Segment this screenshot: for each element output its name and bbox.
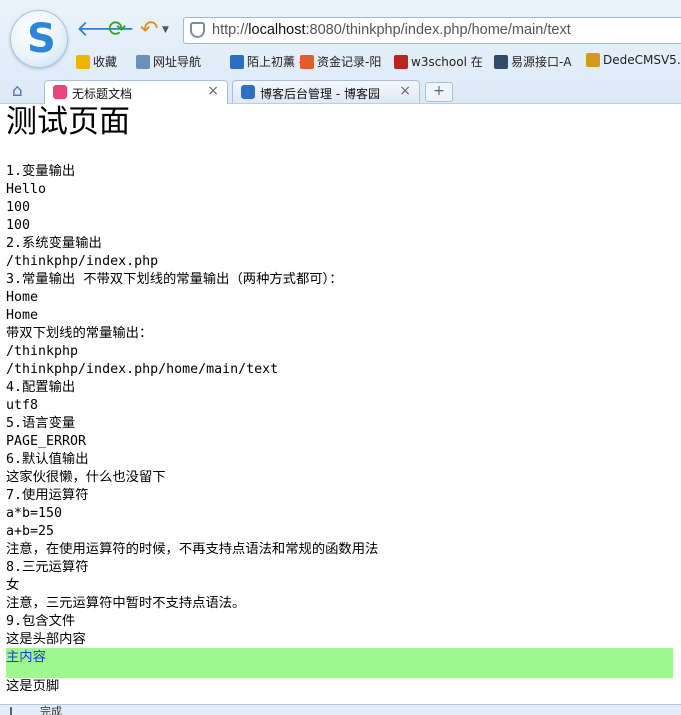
- refresh-icon[interactable]: ⟳: [108, 18, 126, 42]
- output-line: /thinkphp/index.php/home/main/text: [6, 362, 279, 377]
- chevron-down-icon[interactable]: ▼: [162, 25, 169, 35]
- output-line: 6.默认值输出: [6, 452, 89, 467]
- dede-icon: [586, 53, 600, 67]
- output-line: 4.配置输出: [6, 380, 76, 395]
- home-icon[interactable]: ⌂: [12, 81, 23, 101]
- undo-icon[interactable]: ↶: [140, 18, 158, 42]
- bookmark-label: 资金记录-阳: [317, 55, 382, 69]
- bookmark-item[interactable]: 收藏: [76, 53, 117, 70]
- cnblogs-favicon-icon: [241, 85, 255, 99]
- bookmark-item[interactable]: w3school 在: [394, 53, 483, 70]
- page-favicon-icon: [53, 85, 67, 99]
- output-line: 3.常量输出 不带双下划线的常量输出（两种方式都可）：: [6, 272, 343, 287]
- output-line: /thinkphp: [6, 344, 79, 359]
- output-line: 5.语言变量: [6, 416, 76, 431]
- footer-text: 这是页脚: [6, 679, 60, 694]
- bookmark-label: 网址导航: [153, 55, 202, 69]
- blog-icon: [230, 54, 244, 69]
- new-tab-button[interactable]: +: [425, 82, 453, 102]
- tab-bar: ⌂ 无标题文档 × 博客后台管理 - 博客园 × +: [0, 78, 681, 104]
- output-line: 100: [6, 218, 31, 233]
- output-line: 100: [6, 200, 31, 215]
- url-path: :8080/thinkphp/index.php/home/main/text: [305, 22, 571, 38]
- output-line: 2.系统变量输出: [6, 236, 102, 251]
- output-line: 9.包含文件: [6, 614, 76, 629]
- security-shield-icon: [190, 22, 205, 38]
- page-content: 测试页面 1.变量输出 Hello 100 100 2.系统变量输出/thinkphp/…: [6, 103, 676, 649]
- status-bar: 完成: [0, 704, 681, 715]
- bookmark-label: DedeCMSV5.: [603, 53, 681, 67]
- output-line: Home: [6, 308, 39, 323]
- bookmark-label: 收藏: [93, 55, 118, 69]
- output-line: a*b=150: [6, 506, 63, 521]
- bookmark-label: 陌上初薰 -: [247, 55, 304, 69]
- bookmark-item[interactable]: 易源接口-A: [494, 53, 572, 70]
- url-host: localhost: [248, 22, 306, 38]
- tab-label: 无标题文档: [72, 87, 133, 101]
- output-line: 8.三元运算符: [6, 560, 89, 575]
- main-content-text: 主内容: [6, 650, 46, 665]
- sun-icon: [300, 54, 314, 69]
- close-icon[interactable]: ×: [399, 83, 411, 99]
- url-text[interactable]: http://localhost:8080/thinkphp/index.php…: [212, 22, 571, 38]
- output-line: Home: [6, 290, 39, 305]
- bookmarks-bar: 收藏 网址导航 陌上初薰 - 资金记录-阳 w3school 在 易源接口-A DedeCM…: [76, 52, 681, 72]
- output-line: 注意，三元运算符中暂时不支持点语法。: [6, 596, 246, 611]
- globe-icon: [136, 54, 150, 69]
- output-line: 这是头部内容: [6, 632, 86, 647]
- output-line: a+b=25: [6, 524, 55, 539]
- api-icon: [494, 54, 508, 69]
- address-bar[interactable]: http://localhost:8080/thinkphp/index.php…: [183, 17, 681, 44]
- tab-blog-admin[interactable]: 博客后台管理 - 博客园 ×: [232, 80, 420, 103]
- output-line: /thinkphp/index.php: [6, 254, 159, 269]
- output-line: PAGE_ERROR: [6, 434, 87, 449]
- output-line: utf8: [6, 398, 39, 413]
- status-text: 完成: [40, 705, 62, 715]
- url-prefix: http://: [212, 22, 249, 38]
- page-title: 测试页面: [6, 104, 130, 140]
- output-lines: 1.变量输出 Hello 100 100 2.系统变量输出/thinkphp/index…: [6, 163, 676, 649]
- tab-label: 博客后台管理 - 博客园: [260, 87, 380, 101]
- w3-icon: [394, 54, 408, 69]
- main-content-block: 主内容: [6, 648, 673, 678]
- bookmark-item[interactable]: 网址导航: [136, 53, 201, 70]
- output-line: 女: [6, 578, 20, 593]
- bookmark-label: w3school 在: [411, 55, 483, 69]
- bookmark-item[interactable]: DedeCMSV5.: [586, 53, 681, 67]
- output-line: 7.使用运算符: [6, 488, 89, 503]
- bookmark-label: 易源接口-A: [511, 55, 572, 69]
- tab-untitled-document[interactable]: 无标题文档 ×: [44, 80, 228, 104]
- close-icon[interactable]: ×: [207, 83, 219, 99]
- bookmark-item[interactable]: 陌上初薰 -: [230, 53, 303, 70]
- output-line: 这家伙很懒，什么也没留下: [6, 470, 166, 485]
- output-line: Hello: [6, 182, 47, 197]
- output-line: 注意，在使用运算符的时候，不再支持点语法和常规的函数用法: [6, 542, 379, 557]
- browser-chrome: S 🡐 ⟳ ↶ ▼ http://localhost:8080/thinkphp…: [0, 0, 681, 104]
- bookmark-item[interactable]: 资金记录-阳: [300, 53, 381, 70]
- star-icon: [76, 54, 90, 69]
- output-line: 1.变量输出: [6, 164, 76, 179]
- output-line: 带双下划线的常量输出：: [6, 326, 153, 341]
- sogou-browser-logo[interactable]: S: [10, 10, 68, 68]
